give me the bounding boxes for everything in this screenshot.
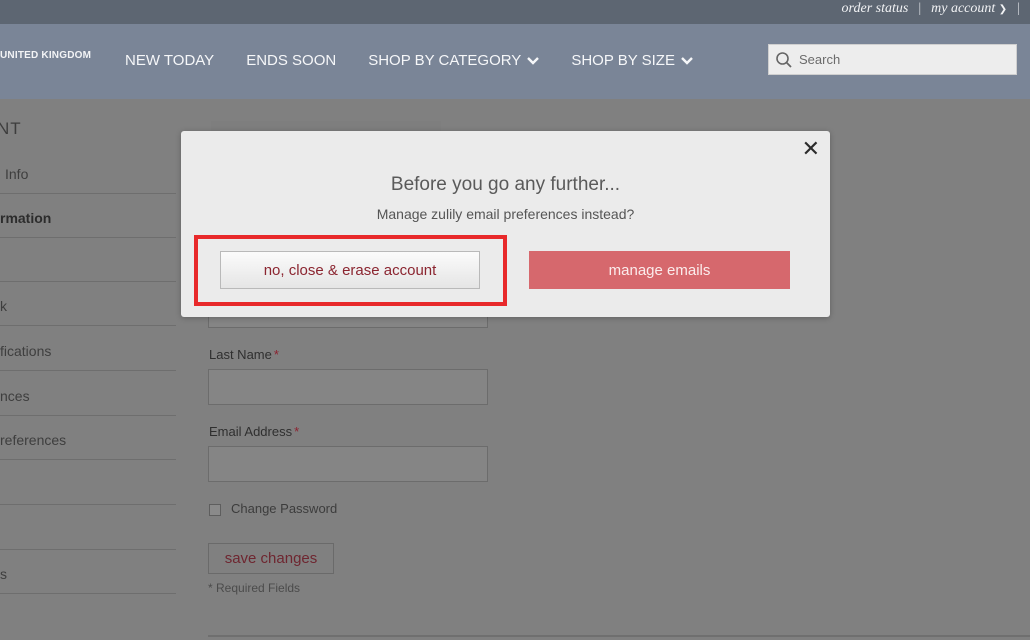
label-text: Email Address	[209, 424, 293, 439]
order-status-link[interactable]: order status	[842, 1, 909, 17]
last-name-field[interactable]	[208, 369, 488, 405]
search-box[interactable]	[768, 44, 1017, 75]
sidebar-item-information[interactable]: rmation	[0, 194, 176, 238]
my-account-link[interactable]: my account ❯	[931, 1, 1007, 17]
chevron-down-icon	[681, 56, 693, 65]
sidebar-item-label: s	[0, 566, 7, 582]
sidebar-item-notifications[interactable]: fications	[0, 327, 176, 371]
manage-emails-button[interactable]: manage emails	[529, 251, 790, 289]
utility-separator: |	[918, 1, 922, 16]
email-preferences-modal: ✕ Before you go any further... Manage zu…	[181, 131, 830, 317]
nav-shop-by-category[interactable]: SHOP BY CATEGORY	[368, 52, 540, 69]
nav-label: NEW TODAY	[125, 52, 215, 69]
search-input[interactable]	[797, 51, 1011, 68]
required-marker: *	[273, 347, 279, 362]
save-changes-button[interactable]: save changes	[208, 543, 334, 574]
top-utility-bar: order status | my account ❯ |	[0, 0, 1030, 24]
sidebar-item-8[interactable]	[0, 461, 176, 505]
label-text: Last Name	[209, 347, 272, 362]
chevron-down-icon: ❯	[998, 4, 1008, 15]
change-password-checkbox[interactable]	[209, 504, 221, 516]
sidebar-item-6[interactable]: nces	[0, 372, 176, 416]
utility-links: order status | my account ❯ |	[842, 0, 1020, 18]
change-password-label: Change Password	[231, 501, 338, 516]
last-name-label: Last Name *	[209, 347, 279, 362]
utility-separator-end: |	[1017, 1, 1020, 16]
required-fields-note: * Required Fields	[208, 581, 301, 595]
divider	[208, 635, 1030, 637]
email-label: Email Address *	[209, 424, 299, 439]
chevron-down-icon	[527, 56, 540, 65]
sidebar-item-label: k	[0, 298, 7, 314]
sidebar-title: NT	[0, 119, 22, 138]
sidebar-item-label: nces	[0, 388, 30, 404]
close-icon[interactable]: ✕	[802, 138, 820, 160]
nav-label: SHOP BY CATEGORY	[368, 52, 522, 69]
nav-label: ENDS SOON	[246, 52, 337, 69]
sidebar-item-label: references	[0, 432, 67, 448]
my-account-label: my account	[931, 1, 996, 16]
nav-ends-soon[interactable]: ENDS SOON	[246, 52, 336, 69]
nav-label: SHOP BY SIZE	[571, 52, 675, 69]
main-nav: NEW TODAY ENDS SOON SHOP BY CATEGORY SHO…	[125, 52, 693, 69]
nav-shop-by-size[interactable]: SHOP BY SIZE	[571, 52, 693, 69]
erase-account-button[interactable]: no, close & erase account	[220, 251, 480, 289]
sidebar-item-9[interactable]	[0, 506, 176, 550]
modal-title: Before you go any further...	[390, 174, 621, 195]
nav-new-today[interactable]: NEW TODAY	[125, 52, 214, 69]
sidebar-item-label: rmation	[0, 210, 52, 226]
required-marker: *	[294, 424, 300, 439]
email-field[interactable]	[208, 446, 488, 482]
sidebar-item-label: Info	[5, 166, 29, 182]
sidebar-item-3[interactable]	[0, 238, 176, 282]
sidebar-item-preferences[interactable]: references	[0, 416, 176, 460]
sidebar-item-label: fications	[0, 343, 52, 359]
search-icon	[776, 51, 792, 68]
sidebar-item-info[interactable]: Info	[0, 150, 176, 194]
sidebar-item-4[interactable]: k	[0, 282, 176, 326]
modal-subtitle: Manage zulily email preferences instead?	[376, 206, 635, 222]
brand-region[interactable]: UNITED KINGDOM	[0, 50, 91, 61]
sidebar-item-10[interactable]: s	[0, 550, 176, 594]
